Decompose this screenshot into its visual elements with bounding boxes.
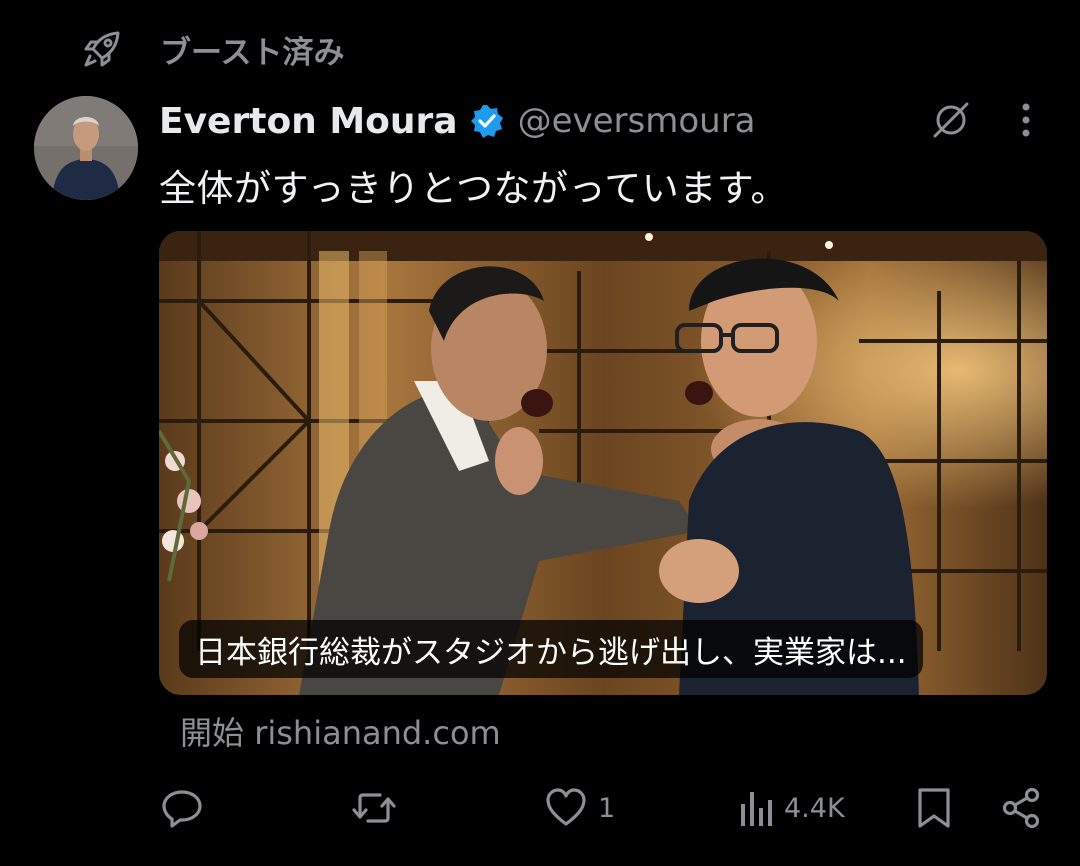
display-name[interactable]: Everton Moura (159, 101, 458, 142)
post-text: 全体がすっきりとつながっています。 (159, 167, 788, 210)
boost-indicator: ブースト済み (82, 24, 344, 74)
more-button[interactable] (1006, 97, 1046, 147)
boost-label: ブースト済み (160, 34, 345, 71)
rocket-icon (82, 29, 122, 69)
link-source-domain: rishianand.com (254, 714, 501, 752)
share-button[interactable] (1000, 780, 1044, 836)
like-button[interactable]: 1 (544, 780, 615, 836)
views-button[interactable]: 4.4K (738, 780, 845, 836)
mute-button[interactable] (926, 97, 976, 147)
verified-badge-icon (470, 104, 504, 138)
views-count: 4.4K (784, 792, 845, 824)
repost-icon (350, 786, 398, 830)
views-bar-chart-icon (738, 786, 774, 830)
more-vertical-icon (1021, 102, 1031, 142)
heart-icon (544, 786, 588, 830)
link-source-prefix: 開始 (180, 714, 245, 752)
author-line: Everton Moura @eversmoura (159, 96, 756, 146)
handle[interactable]: @eversmoura (518, 101, 756, 141)
reply-button[interactable] (160, 780, 204, 836)
like-count: 1 (598, 792, 616, 824)
post: ブースト済み Everton Moura @eversmoura 全体がすっきり… (0, 0, 1080, 866)
link-source[interactable]: 開始 rishianand.com (180, 708, 501, 754)
link-card-title-overlay: 日本銀行総裁がスタジオから逃げ出し、実業家は... (179, 620, 923, 678)
share-icon (1000, 786, 1044, 830)
repost-button[interactable] (350, 780, 398, 836)
mute-icon (929, 98, 973, 146)
link-card[interactable]: 日本銀行総裁がスタジオから逃げ出し、実業家は... (159, 231, 1047, 695)
reply-icon (160, 786, 204, 830)
bookmark-icon (914, 786, 954, 830)
bookmark-button[interactable] (914, 780, 954, 836)
link-card-title: 日本銀行総裁がスタジオから逃げ出し、実業家は... (195, 634, 907, 671)
avatar[interactable] (34, 96, 138, 200)
action-bar: 1 4.4K (0, 780, 1080, 836)
